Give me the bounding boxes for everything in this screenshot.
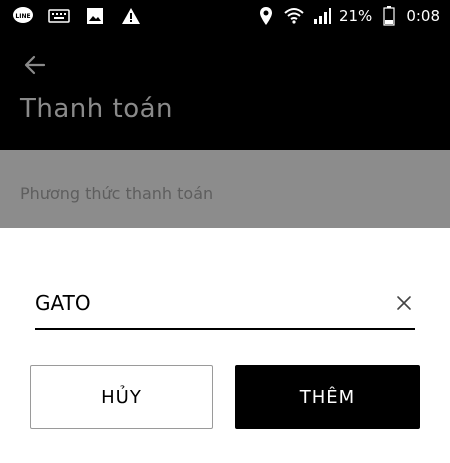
status-time: 0:08 xyxy=(406,7,440,25)
location-icon xyxy=(255,5,277,27)
payment-methods-section: Phương thức thanh toán xyxy=(0,150,450,228)
input-value[interactable]: GATO xyxy=(35,290,91,316)
signal-icon xyxy=(311,5,333,27)
status-left-icons: LINE xyxy=(12,5,142,27)
section-label: Phương thức thanh toán xyxy=(20,184,214,203)
line-app-icon: LINE xyxy=(12,5,34,27)
status-right-icons: 21% 0:08 xyxy=(255,5,440,27)
cancel-button[interactable]: HỦY xyxy=(30,365,213,429)
svg-text:LINE: LINE xyxy=(15,13,30,20)
app-bar: Thanh toán xyxy=(0,34,450,150)
battery-percent: 21% xyxy=(338,7,373,25)
arrow-left-icon[interactable] xyxy=(22,52,48,78)
add-button[interactable]: THÊM xyxy=(235,365,420,429)
warning-icon xyxy=(120,5,142,27)
page-title: Thanh toán xyxy=(20,94,174,124)
wifi-icon xyxy=(283,5,305,27)
close-icon[interactable] xyxy=(395,294,413,312)
battery-icon xyxy=(378,5,400,27)
image-icon xyxy=(84,5,106,27)
promo-code-input[interactable]: GATO xyxy=(35,290,415,330)
keyboard-icon xyxy=(48,5,70,27)
status-bar: LINE 21% 0:08 xyxy=(0,0,450,34)
